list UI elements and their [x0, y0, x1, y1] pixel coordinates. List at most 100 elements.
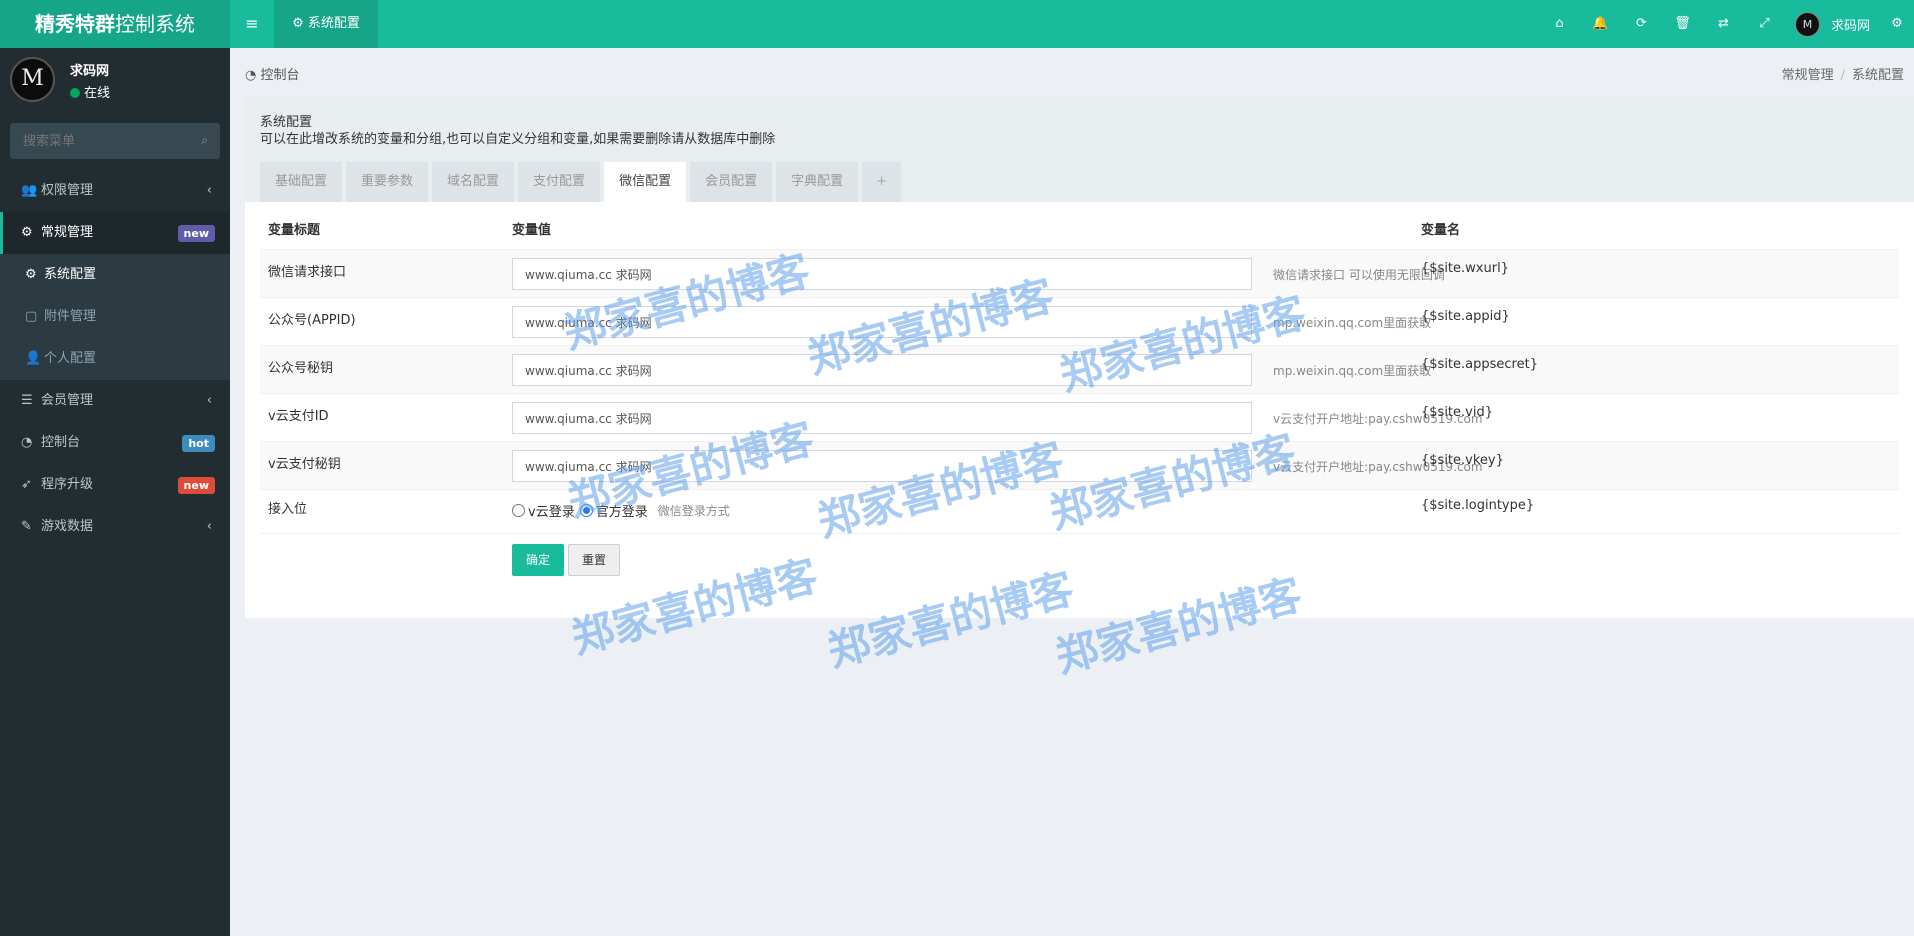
search-input[interactable]	[10, 123, 180, 159]
sidebar-item-game-data[interactable]: ✎ 游戏数据 ‹	[0, 506, 230, 548]
sidebar-item-permissions[interactable]: 👥 权限管理 ‹	[0, 170, 230, 212]
file-icon: ▢	[25, 309, 38, 324]
list-icon: ☰	[21, 393, 33, 408]
table-row: 公众号秘钥 mp.weixin.qq.com里面获取 {$site.appsec…	[260, 345, 1899, 393]
breadcrumb-separator: /	[1840, 68, 1845, 83]
tab-payment[interactable]: 支付配置	[518, 162, 601, 202]
chevron-left-icon: ‹	[206, 183, 212, 198]
sidebar-toggle-icon[interactable]: ≡	[230, 0, 274, 48]
breadcrumb-item[interactable]: 常规管理	[1782, 68, 1834, 83]
row-value	[512, 354, 1252, 386]
row-title: v云支付ID	[268, 409, 329, 424]
bell-icon[interactable]: 🔔	[1580, 0, 1621, 48]
row-value	[512, 306, 1252, 338]
row-help: mp.weixin.qq.com里面获取	[1273, 316, 1432, 330]
sidebar-item-upgrade[interactable]: ➶ 程序升级 new	[0, 464, 230, 506]
hot-badge: hot	[182, 435, 215, 452]
sidebar-item-label: 系统配置	[44, 267, 97, 282]
sidebar-item-profile[interactable]: 👤 个人配置	[0, 338, 230, 380]
avatar: M	[10, 57, 55, 102]
user-menu[interactable]: M 求码网	[1785, 0, 1880, 48]
radio-vcloud-login[interactable]	[512, 504, 525, 517]
radio-official-login[interactable]	[579, 504, 593, 517]
breadcrumb: 常规管理 / 系统配置	[1782, 64, 1904, 83]
tab-wechat[interactable]: 微信配置	[604, 162, 687, 202]
vkey-input[interactable]	[512, 450, 1252, 482]
login-type-radios: v云登录 官方登录 微信登录方式	[512, 501, 730, 520]
row-var-name: {$site.vid}	[1421, 405, 1493, 420]
tab-domain[interactable]: 域名配置	[432, 162, 515, 202]
appid-input[interactable]	[512, 306, 1252, 338]
sidebar-item-attachments[interactable]: ▢ 附件管理	[0, 296, 230, 338]
tab-dictionary[interactable]: 字典配置	[776, 162, 859, 202]
tab-system-config[interactable]: ⚙ 系统配置	[274, 0, 378, 48]
radio-label[interactable]: v云登录	[528, 501, 575, 520]
page-description: 可以在此增改系统的变量和分组,也可以自定义分组和变量,如果需要删除请从数据库中删…	[260, 132, 776, 147]
gear-icon: ⚙	[25, 267, 37, 282]
online-dot-icon	[70, 88, 80, 98]
user-status: 在线	[70, 82, 110, 101]
sidebar-item-system-config[interactable]: ⚙ 系统配置	[0, 254, 230, 296]
avatar: M	[1794, 11, 1820, 37]
column-header: 变量标题	[268, 223, 321, 238]
translate-icon[interactable]: ⇄	[1703, 0, 1744, 48]
vid-input[interactable]	[512, 402, 1252, 434]
app-logo[interactable]: 精秀特群控制系统	[0, 0, 230, 48]
main-content: ◔ 控制台 常规管理 / 系统配置 系统配置 可以在此增改系统的变量和分组,也可以自…	[230, 48, 1914, 936]
table-row: v云支付ID v云支付开户地址:pay.cshw0519.com {$site.…	[260, 393, 1899, 441]
reset-button[interactable]: 重置	[568, 544, 621, 576]
sidebar-item-label: 会员管理	[41, 393, 94, 408]
table-row: 接入位 v云登录 官方登录 微信登录方式 {$site.logintype}	[260, 489, 1899, 533]
sidebar-item-general[interactable]: ⚙ 常规管理 new	[0, 212, 230, 254]
button-group: 确定 重置	[512, 544, 624, 576]
add-tab-button[interactable]: +	[862, 162, 902, 202]
sidebar: M 求码网 在线 ⌕ 👥权限管理 ‹ ⚙ 常规管理 new ⚙ 系统配置 ▢ 附件管理…	[0, 48, 230, 936]
confirm-button[interactable]: 确定	[512, 544, 565, 576]
logo-text: 控制系统	[115, 12, 195, 36]
row-value	[512, 258, 1252, 290]
row-var-name: {$site.vkey}	[1421, 453, 1504, 468]
sidebar-item-label: 常规管理	[41, 225, 94, 240]
row-title: v云支付秘钥	[268, 457, 341, 472]
panel-header: 系统配置 可以在此增改系统的变量和分组,也可以自定义分组和变量,如果需要删除请从…	[245, 97, 1914, 202]
top-header: 精秀特群控制系统 ≡ ⚙ 系统配置 ⌂ 🔔 ⟳ 🗑 ⇄ ⤢ M 求码网 ⚙	[0, 0, 1914, 48]
column-header: 变量值	[512, 223, 552, 238]
user-name: 求码网	[1830, 18, 1870, 34]
dashboard-icon: ◔	[245, 68, 257, 83]
appsecret-input[interactable]	[512, 354, 1252, 386]
rocket-icon: ➶	[21, 477, 32, 492]
sidebar-item-members[interactable]: ☰ 会员管理 ‹	[0, 380, 230, 422]
chevron-left-icon: ‹	[206, 519, 212, 534]
gear-icon: ⚙	[292, 16, 304, 31]
home-icon[interactable]: ⌂	[1539, 0, 1580, 48]
sidebar-item-label: 附件管理	[44, 309, 97, 324]
cogs-icon: ⚙	[21, 225, 33, 240]
user-panel: M 求码网 在线	[0, 48, 230, 112]
settings-gear-icon[interactable]: ⚙	[1880, 0, 1914, 48]
breadcrumb-home[interactable]: ◔ 控制台	[245, 64, 300, 83]
row-help: mp.weixin.qq.com里面获取	[1273, 364, 1432, 378]
new-badge: new	[177, 477, 215, 494]
menu-search: ⌕	[10, 123, 220, 159]
tab-important[interactable]: 重要参数	[346, 162, 429, 202]
row-var-name: {$site.appsecret}	[1421, 357, 1538, 372]
sidebar-item-dashboard[interactable]: ◔ 控制台 hot	[0, 422, 230, 464]
radio-label[interactable]: 官方登录	[596, 501, 648, 520]
user-icon: 👤	[25, 351, 42, 366]
config-table: 变量标题 变量值 变量名 微信请求接口 微信请求接口 可以使用无限回调 {$si…	[260, 205, 1899, 593]
column-header: 变量名	[1421, 223, 1461, 238]
fullscreen-icon[interactable]: ⤢	[1744, 0, 1785, 48]
tab-basic[interactable]: 基础配置	[260, 162, 343, 202]
new-badge: new	[177, 225, 215, 242]
row-title: 接入位	[268, 502, 308, 517]
tab-member[interactable]: 会员配置	[690, 162, 773, 202]
search-icon[interactable]: ⌕	[201, 133, 208, 148]
wxurl-input[interactable]	[512, 258, 1252, 290]
tab-label: 系统配置	[307, 16, 360, 31]
row-var-name: {$site.logintype}	[1421, 498, 1535, 513]
users-icon: 👥	[21, 183, 38, 198]
trash-icon[interactable]: 🗑	[1662, 0, 1703, 48]
refresh-icon[interactable]: ⟳	[1621, 0, 1662, 48]
sidebar-submenu: ⚙ 系统配置 ▢ 附件管理 👤 个人配置	[0, 254, 230, 380]
sidebar-item-label: 程序升级	[41, 477, 94, 492]
